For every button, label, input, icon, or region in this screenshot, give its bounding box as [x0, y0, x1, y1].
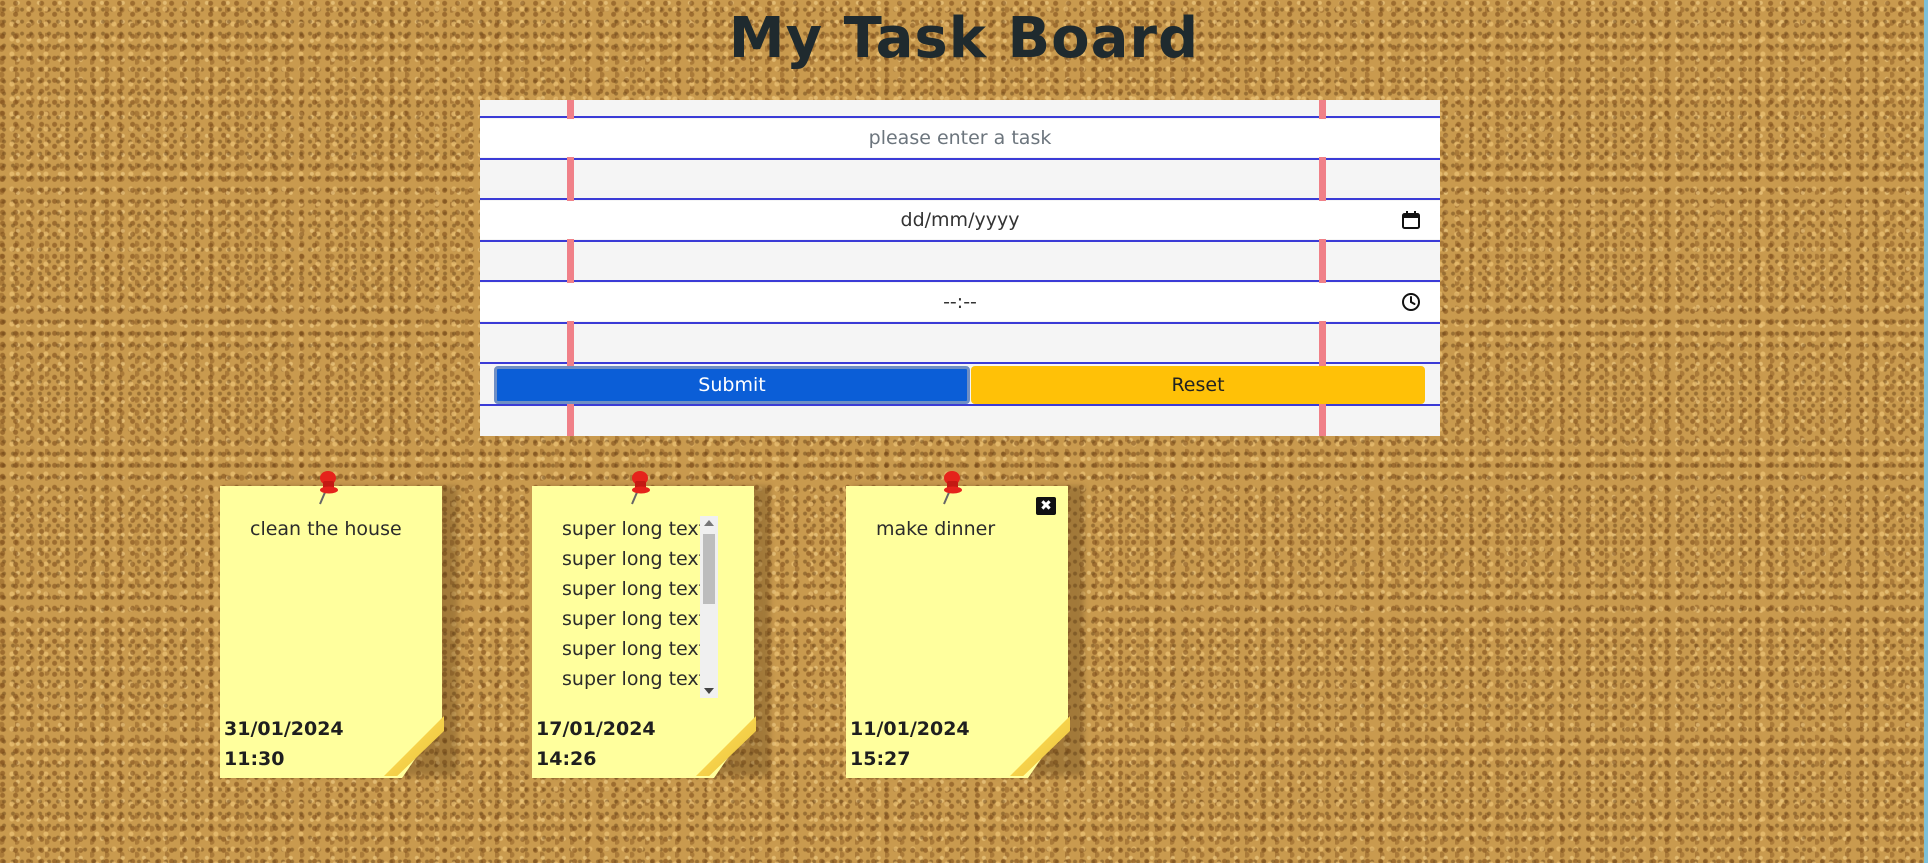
paper-rule	[480, 322, 1440, 324]
pushpin-icon	[943, 471, 962, 505]
note-time: 14:26	[536, 748, 597, 770]
paper-rule	[480, 404, 1440, 406]
note-time: 15:27	[850, 748, 911, 770]
scroll-thumb[interactable]	[703, 534, 715, 604]
note-date: 31/01/2024	[224, 718, 344, 740]
paper-rule	[480, 116, 1440, 118]
note-datetime: 11/01/2024 15:27	[850, 714, 970, 774]
note-text-line: super long text	[562, 668, 707, 690]
note-datetime: 31/01/2024 11:30	[224, 714, 344, 774]
task-form: please enter a task dd/mm/yyyy --:-- Sub…	[480, 100, 1440, 436]
paper-rule	[480, 240, 1440, 242]
paper-rule	[480, 280, 1440, 282]
paper-rule	[480, 198, 1440, 200]
note-date: 11/01/2024	[850, 718, 970, 740]
scroll-down-arrow-icon[interactable]	[704, 688, 714, 694]
note-date: 17/01/2024	[536, 718, 656, 740]
task-note: clean the house 31/01/2024 11:30	[220, 486, 442, 778]
window-edge	[1924, 0, 1928, 863]
submit-button[interactable]: Submit	[494, 366, 970, 404]
calendar-icon[interactable]	[1400, 209, 1422, 231]
note-time: 11:30	[224, 748, 285, 770]
clock-icon[interactable]	[1400, 291, 1422, 313]
paper-rule	[480, 362, 1440, 364]
note-datetime: 17/01/2024 14:26	[536, 714, 656, 774]
note-text-line: super long text	[562, 518, 707, 540]
note-task-text: clean the house	[250, 518, 402, 540]
task-input[interactable]: please enter a task	[480, 119, 1440, 157]
task-input-placeholder: please enter a task	[868, 127, 1052, 149]
page-title: My Task Board	[728, 6, 1200, 71]
time-input[interactable]: --:--	[480, 283, 1440, 321]
note-text-line: super long text	[562, 578, 707, 600]
reset-button[interactable]: Reset	[971, 366, 1425, 404]
note-task-text: make dinner	[876, 518, 996, 540]
date-input[interactable]: dd/mm/yyyy	[480, 201, 1440, 239]
note-text-line: super long text	[562, 608, 707, 630]
note-text-line: super long text	[562, 638, 707, 660]
close-icon[interactable]: ✖	[1036, 497, 1056, 515]
note-task-text: super long text super long text super lo…	[562, 514, 722, 694]
note-text-line: super long text	[562, 548, 707, 570]
pushpin-icon	[319, 471, 338, 505]
scroll-up-arrow-icon[interactable]	[704, 520, 714, 526]
time-input-placeholder: --:--	[943, 291, 977, 313]
task-note: make dinner 11/01/2024 15:27	[846, 486, 1068, 778]
task-note: super long text super long text super lo…	[532, 486, 754, 778]
paper-rule	[480, 158, 1440, 160]
date-input-placeholder: dd/mm/yyyy	[900, 209, 1020, 231]
pushpin-icon	[631, 471, 650, 505]
note-scrollbar[interactable]	[700, 516, 718, 698]
